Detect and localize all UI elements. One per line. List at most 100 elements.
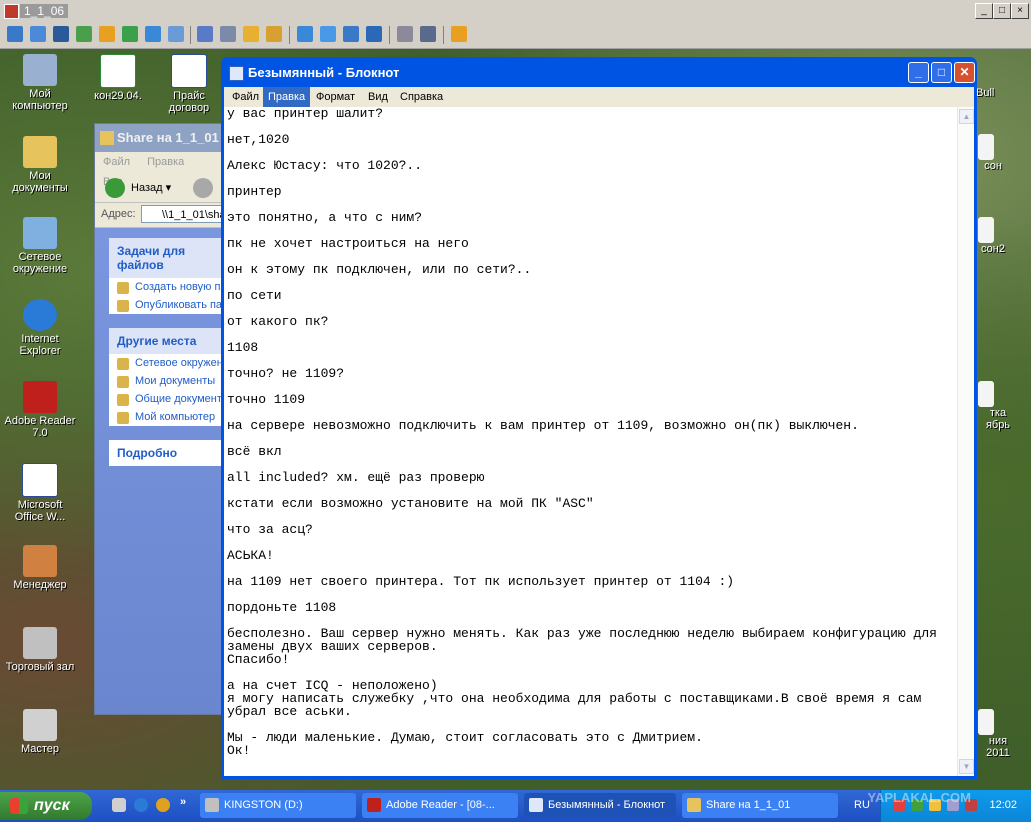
clock[interactable]: 12:02 (989, 799, 1017, 811)
task-publish-folder[interactable]: Опубликовать папку (109, 296, 225, 314)
desktop-icon-right-5[interactable]: ния 2011 (978, 709, 1018, 759)
desktop-icon-right-4[interactable]: тка ябрь (978, 381, 1018, 431)
quicklaunch-ie-icon[interactable] (134, 798, 148, 812)
taskbar-button-share[interactable]: Share на 1_1_01 (682, 793, 838, 818)
minimize-button[interactable]: _ (908, 62, 929, 83)
connect-icon[interactable] (7, 26, 23, 42)
other-places-header[interactable]: Другие места (109, 328, 225, 354)
desktop-icon-label: Internet Explorer (19, 333, 61, 357)
chat-icon[interactable] (122, 26, 138, 42)
desktop-icon-internet-explorer[interactable]: Internet Explorer (4, 299, 76, 357)
desktop-icon-ms-word[interactable]: Microsoft Office W... (4, 463, 76, 523)
taskbar-button-notepad[interactable]: Безымянный - Блокнот (524, 793, 676, 818)
copy-icon[interactable] (397, 26, 413, 42)
details-header[interactable]: Подробно (109, 440, 225, 466)
desktop-icon-label: Сетевое окружение (12, 251, 68, 275)
taskbar-button-adobe[interactable]: Adobe Reader - [08-... (362, 793, 518, 818)
maximize-button[interactable]: □ (931, 62, 952, 83)
desktop-icon-manager[interactable]: Менеджер (4, 545, 76, 591)
phone-icon[interactable] (145, 26, 161, 42)
desktop-icon-label: ния 2011 (986, 735, 1010, 759)
desktop-icon-adobe-reader[interactable]: Adobe Reader 7.0 (4, 381, 76, 439)
menu-edit[interactable]: Правка (263, 87, 311, 107)
disconnect-icon[interactable] (451, 26, 467, 42)
fit-screen-icon[interactable] (320, 26, 336, 42)
menu-view[interactable]: Вид (363, 87, 393, 107)
place-shared-documents[interactable]: Общие документы (109, 390, 225, 408)
desktop-icon-network[interactable]: Сетевое окружение (4, 217, 76, 275)
internet-explorer-icon (23, 299, 57, 331)
menu-format[interactable]: Формат (311, 87, 360, 107)
close-button[interactable]: ✕ (954, 62, 975, 83)
word-icon (22, 463, 58, 497)
menu-file[interactable]: Файл (227, 87, 264, 107)
forward-arrow-icon[interactable] (193, 178, 213, 198)
desktop-icon-excel-file[interactable]: кон29.04. (82, 54, 154, 102)
taskbar-button-kingston[interactable]: KINGSTON (D:) (200, 793, 356, 818)
place-my-computer[interactable]: Мой компьютер (109, 408, 225, 426)
manager-icon (23, 545, 57, 577)
power-icon[interactable] (99, 26, 115, 42)
scroll-up-arrow-icon[interactable]: ▲ (959, 109, 974, 124)
rdp-title: 1_1_06 (20, 4, 69, 18)
transfer-icon[interactable] (76, 26, 92, 42)
quicklaunch-desktop-icon[interactable] (112, 798, 126, 812)
message-icon[interactable] (168, 26, 184, 42)
users-icon[interactable] (220, 26, 236, 42)
adobe-reader-icon (23, 381, 57, 413)
lock-icon[interactable] (243, 26, 259, 42)
address-input[interactable]: \\1_1_01\share (141, 205, 231, 223)
fullscreen-icon[interactable] (297, 26, 313, 42)
unlock-icon[interactable] (266, 26, 282, 42)
start-button[interactable]: пуск (0, 792, 92, 820)
taskbar-button-label: Share на 1_1_01 (706, 799, 791, 811)
desktop-icon-sales-hall[interactable]: Торговый зал (0, 627, 80, 673)
desktop-icon-label: Bull (976, 87, 995, 99)
vertical-scrollbar[interactable]: ▲ ▼ (957, 107, 974, 776)
desktop-icon-wizard[interactable]: Мастер (4, 709, 76, 755)
desktop-icon-my-documents[interactable]: Мои документы (4, 136, 76, 194)
menu-help[interactable]: Справка (395, 87, 448, 107)
desktop-icon-right-2[interactable]: сон (978, 134, 1008, 172)
desktop-icon-label: Мастер (20, 743, 60, 755)
desktop-icon-my-computer[interactable]: Мой компьютер (4, 54, 76, 112)
back-button-label[interactable]: Назад ▾ (131, 181, 171, 194)
desktop-icon-right-3[interactable]: сон2 (978, 217, 1008, 255)
rdp-maximize-button[interactable]: □ (993, 3, 1011, 19)
scroll-down-arrow-icon[interactable]: ▼ (959, 759, 974, 774)
desktop-icon-right-1[interactable]: Bull (976, 87, 1006, 99)
notepad-window[interactable]: Безымянный - Блокнот _ □ ✕ Файл Правка Ф… (221, 57, 977, 779)
explorer-nav-bar: Назад ▾ (95, 172, 235, 203)
desktop-icon-word-file[interactable]: Прайс договор (158, 54, 220, 114)
notepad-icon (529, 798, 543, 812)
my-computer-icon (23, 54, 57, 86)
quicklaunch-media-icon[interactable] (156, 798, 170, 812)
screen-icon[interactable] (30, 26, 46, 42)
notepad-text[interactable]: у вас принтер шалит? нет,1020 Алекс Юста… (227, 107, 957, 757)
tools-icon[interactable] (420, 26, 436, 42)
back-arrow-icon[interactable] (105, 178, 125, 198)
explorer-task-pane: Задачи для файлов Создать новую папку Оп… (95, 228, 235, 714)
desktop-icon-label: сон2 (981, 243, 1005, 255)
window-icon[interactable] (343, 26, 359, 42)
notepad-icon (229, 66, 244, 81)
task-new-folder[interactable]: Создать новую папку (109, 278, 225, 296)
details-panel: Подробно (109, 440, 225, 466)
explorer-menu-file[interactable]: Файл (103, 156, 130, 168)
explorer-menu-edit[interactable]: Правка (147, 156, 184, 168)
quicklaunch-more-icon[interactable]: » (180, 796, 186, 808)
place-my-documents[interactable]: Мои документы (109, 372, 225, 390)
rdp-close-button[interactable]: × (1011, 3, 1029, 19)
place-network[interactable]: Сетевое окружение (109, 354, 225, 372)
notepad-edit-area[interactable]: у вас принтер шалит? нет,1020 Алекс Юста… (224, 107, 974, 776)
explorer-title-bar[interactable]: Share на 1_1_01 (95, 124, 235, 152)
notepad-title-bar[interactable]: Безымянный - Блокнот _ □ ✕ (224, 57, 975, 87)
explorer-window[interactable]: Share на 1_1_01 Файл Правка Вид Назад ▾ … (94, 123, 236, 715)
desktop-icon-label: сон (984, 160, 1002, 172)
terminal-icon[interactable] (53, 26, 69, 42)
file-tasks-header[interactable]: Задачи для файлов (109, 238, 225, 278)
user-icon[interactable] (197, 26, 213, 42)
gear-icon[interactable] (366, 26, 382, 42)
desktop-icon-label: Торговый зал (5, 661, 75, 673)
rdp-minimize-button[interactable]: _ (975, 3, 993, 19)
